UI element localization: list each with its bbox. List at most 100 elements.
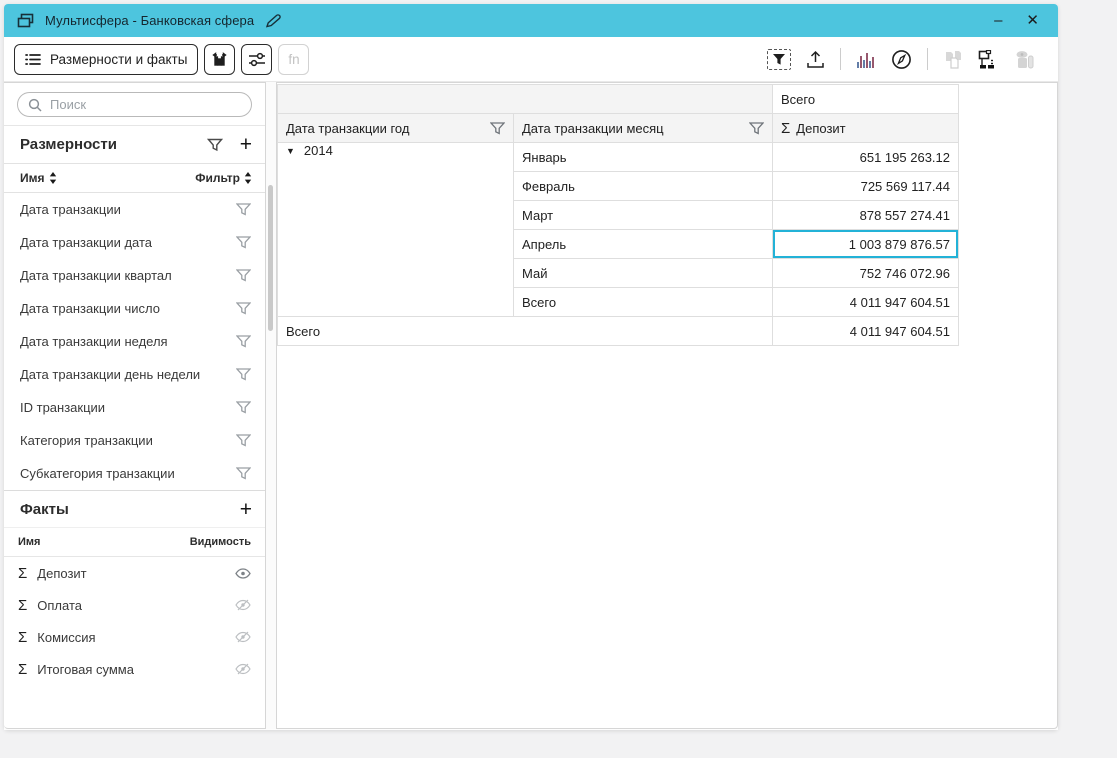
- filter-area-button[interactable]: [767, 49, 791, 70]
- dimension-row[interactable]: Субкатегория транзакции: [4, 457, 265, 490]
- dimension-row[interactable]: Дата транзакции день недели: [4, 358, 265, 391]
- fact-row[interactable]: Σ Комиссия: [4, 621, 265, 653]
- year-label: 2014: [304, 143, 333, 158]
- month-subtotal-cell[interactable]: Всего: [514, 288, 773, 317]
- dimension-row[interactable]: Дата транзакции дата: [4, 226, 265, 259]
- row-filter-icon[interactable]: [236, 401, 251, 414]
- column-filter-icon[interactable]: [749, 122, 764, 135]
- collapse-triangle-icon[interactable]: ▼: [286, 146, 295, 156]
- value-cell[interactable]: 4 011 947 604.51: [773, 288, 959, 317]
- search-box[interactable]: [17, 92, 252, 117]
- titlebar: Мультисфера - Банковская сфера – ✕: [4, 4, 1058, 37]
- row-filter-icon[interactable]: [236, 269, 251, 282]
- fact-label: Комиссия: [37, 630, 95, 645]
- toolbar-separator: [927, 48, 928, 70]
- dimensions-facts-button[interactable]: Размерности и факты: [14, 44, 198, 75]
- grand-total-value-cell[interactable]: 4 011 947 604.51: [773, 317, 959, 346]
- settings-button[interactable]: [241, 44, 272, 75]
- dimension-row[interactable]: Дата транзакции число: [4, 292, 265, 325]
- row-filter-icon[interactable]: [236, 236, 251, 249]
- dimension-label: Категория транзакции: [20, 433, 153, 448]
- month-cell[interactable]: Март: [514, 201, 773, 230]
- cascade-windows-icon: [17, 13, 34, 28]
- add-dimension-button[interactable]: +: [240, 134, 252, 155]
- dimension-row[interactable]: Дата транзакции неделя: [4, 325, 265, 358]
- sidebar-scrollbar-thumb[interactable]: [268, 185, 273, 331]
- visibility-off-icon[interactable]: [235, 663, 251, 675]
- visibility-off-icon[interactable]: [235, 599, 251, 611]
- row-filter-icon[interactable]: [236, 368, 251, 381]
- sidebar-panel: Размерности + Имя: [4, 82, 266, 729]
- facts-visibility-header: Видимость: [190, 536, 251, 548]
- export-button[interactable]: [806, 50, 825, 69]
- search-input[interactable]: [50, 97, 241, 112]
- sort-icon[interactable]: [49, 172, 57, 184]
- window-title: Мультисфера - Банковская сфера: [45, 13, 254, 28]
- dimensions-name-header[interactable]: Имя: [20, 171, 45, 185]
- dimensions-filter-icon[interactable]: [207, 138, 223, 152]
- dimension-label: Дата транзакции дата: [20, 235, 152, 250]
- fact-column-header-label: Депозит: [796, 121, 845, 136]
- month-column-header[interactable]: Дата транзакции месяц: [514, 114, 773, 143]
- minimize-button[interactable]: –: [994, 13, 1002, 28]
- row-filter-icon[interactable]: [236, 302, 251, 315]
- dimension-row[interactable]: Дата транзакции квартал: [4, 259, 265, 292]
- fact-row[interactable]: Σ Оплата: [4, 589, 265, 621]
- copy-sphere-button: [943, 50, 963, 69]
- add-fact-button[interactable]: +: [240, 499, 252, 520]
- pivot-column-total-cell[interactable]: Всего: [773, 85, 959, 114]
- fact-column-header[interactable]: Σ Депозит: [773, 114, 959, 143]
- value-cell[interactable]: 651 195 263.12: [773, 143, 959, 172]
- row-filter-icon[interactable]: [236, 203, 251, 216]
- pivot-top-row: Всего: [278, 85, 959, 114]
- fn-label: fn: [288, 52, 299, 67]
- value-cell[interactable]: 878 557 274.41: [773, 201, 959, 230]
- visibility-off-icon[interactable]: [235, 631, 251, 643]
- value-cell[interactable]: 752 746 072.96: [773, 259, 959, 288]
- facts-columns-header: Имя Видимость: [4, 527, 265, 557]
- year-group-cell[interactable]: ▼ 2014: [278, 143, 514, 317]
- row-filter-icon[interactable]: [236, 434, 251, 447]
- window-controls: – ✕: [994, 13, 1045, 28]
- dimensions-title: Размерности: [20, 136, 117, 153]
- dimensions-section-header: Размерности +: [4, 126, 265, 163]
- row-filter-icon[interactable]: [236, 335, 251, 348]
- toolbar-left-group: Размерности и факты fn: [14, 44, 309, 75]
- month-cell[interactable]: Январь: [514, 143, 773, 172]
- visibility-on-icon[interactable]: [235, 568, 251, 579]
- fact-row[interactable]: Σ Итоговая сумма: [4, 653, 265, 685]
- dimension-row[interactable]: Дата транзакции: [4, 193, 265, 226]
- sort-icon[interactable]: [244, 172, 252, 184]
- month-cell[interactable]: Февраль: [514, 172, 773, 201]
- dimension-label: Дата транзакции день недели: [20, 367, 200, 382]
- month-cell[interactable]: Апрель: [514, 230, 773, 259]
- dimension-row[interactable]: ID транзакции: [4, 391, 265, 424]
- structure-button[interactable]: [978, 50, 999, 69]
- value-cell[interactable]: 725 569 117.44: [773, 172, 959, 201]
- grand-total-label-cell[interactable]: Всего: [278, 317, 773, 346]
- watch-sphere-button: [1014, 50, 1036, 69]
- column-width-button[interactable]: [204, 44, 235, 75]
- dimension-label: Дата транзакции число: [20, 301, 160, 316]
- row-filter-icon[interactable]: [236, 467, 251, 480]
- rename-pencil-icon[interactable]: [265, 14, 281, 28]
- fact-row[interactable]: Σ Депозит: [4, 557, 265, 589]
- search-icon: [28, 98, 42, 112]
- year-column-header[interactable]: Дата транзакции год: [278, 114, 514, 143]
- dimension-label: Дата транзакции: [20, 202, 121, 217]
- dimensions-filter-header[interactable]: Фильтр: [195, 171, 240, 185]
- chart-button[interactable]: [856, 50, 876, 68]
- dimensions-columns-header: Имя Фильтр: [4, 163, 265, 193]
- month-cell[interactable]: Май: [514, 259, 773, 288]
- navigate-button[interactable]: [891, 49, 912, 70]
- formula-button: fn: [278, 44, 309, 75]
- sliders-icon: [248, 52, 266, 67]
- selected-value-cell[interactable]: 1 003 879 876.57: [773, 230, 959, 259]
- pivot-table: Всего Дата транзакции год Да: [277, 84, 959, 346]
- close-button[interactable]: ✕: [1026, 13, 1039, 28]
- column-filter-icon[interactable]: [490, 122, 505, 135]
- facts-title: Факты: [20, 501, 69, 518]
- dimension-row[interactable]: Категория транзакции: [4, 424, 265, 457]
- sigma-icon: Σ: [18, 629, 27, 646]
- column-arrows-icon: [211, 51, 228, 67]
